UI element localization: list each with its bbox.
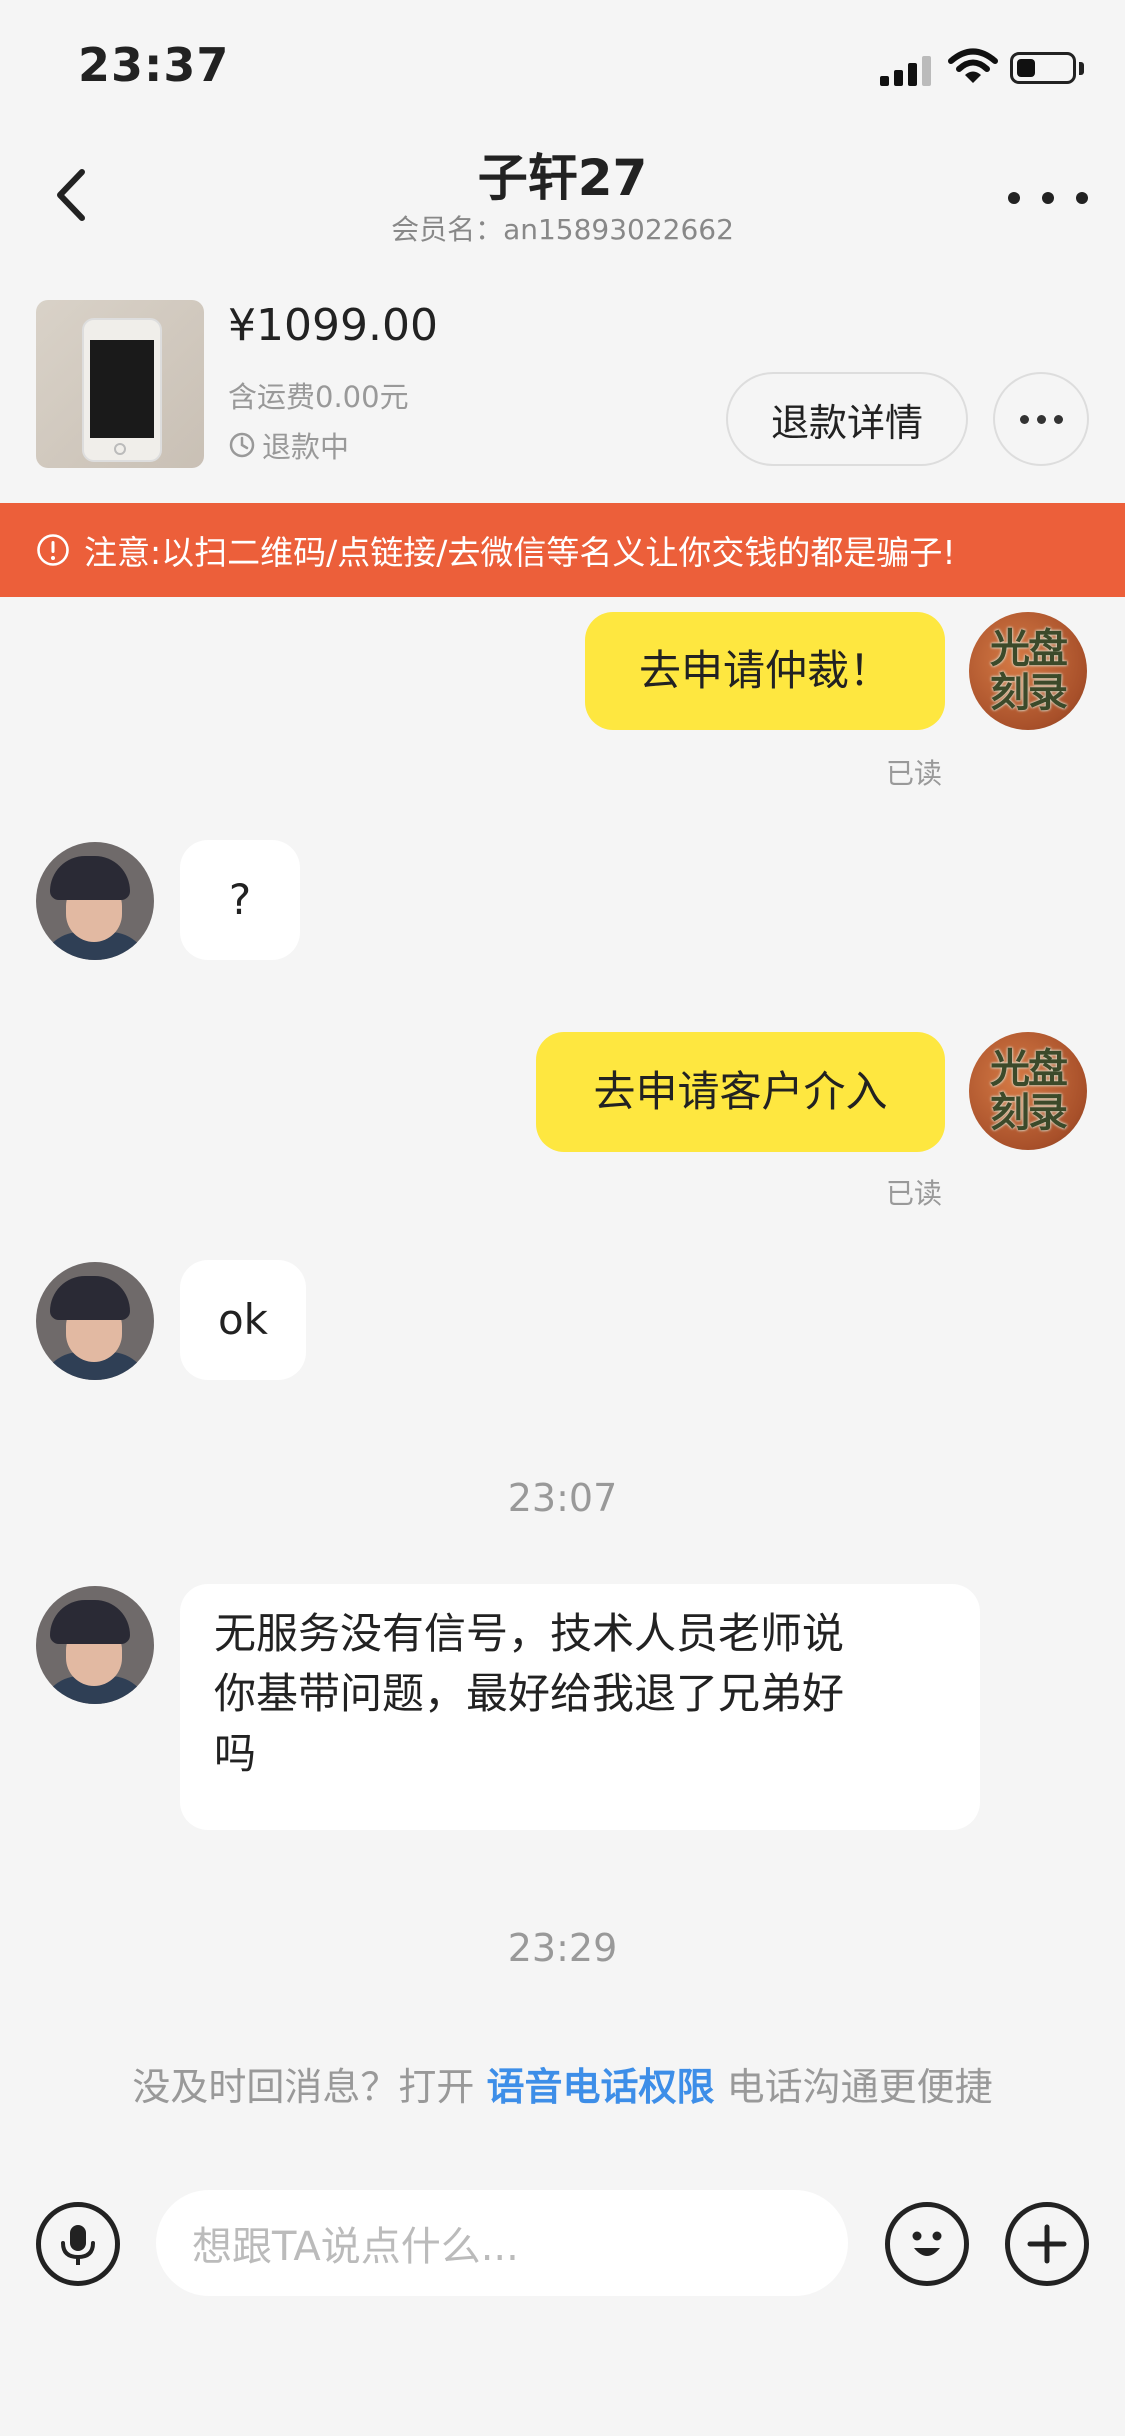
message-line: 吗	[214, 1729, 257, 1778]
member-name: 会员名：an15893022662	[391, 213, 734, 246]
signal-icon	[880, 54, 932, 86]
avatar-other[interactable]	[36, 842, 154, 960]
read-receipt: 已读	[886, 1177, 943, 1210]
status-time: 23:37	[78, 38, 230, 92]
message-input[interactable]: 想跟TA说点什么...	[156, 2190, 848, 2296]
message-bubble-other[interactable]: ok	[180, 1260, 306, 1380]
product-more-button[interactable]	[993, 372, 1089, 466]
message-bubble-me[interactable]: 去申请仲裁！	[585, 612, 945, 730]
shipping-fee: 含运费0.00元	[228, 380, 409, 414]
refund-status-label: 退款中	[262, 430, 350, 464]
message-bubble-other[interactable]: 无服务没有信号，技术人员老师说 你基带问题，最好给我退了兄弟好 吗	[180, 1584, 980, 1830]
refund-status: 退款中	[228, 424, 349, 466]
product-image[interactable]	[36, 300, 204, 468]
clock-icon	[229, 432, 255, 458]
read-receipt: 已读	[886, 757, 943, 790]
voice-call-permission-link[interactable]: 语音电话权限	[486, 2065, 714, 2109]
message-line: 无服务没有信号，技术人员老师说	[214, 1609, 845, 1658]
avatar-me[interactable]: 光盘 刻录	[969, 612, 1087, 730]
message-bubble-me[interactable]: 去申请客户介入	[536, 1032, 945, 1152]
product-price: ¥1099.00	[228, 300, 438, 351]
avatar-me[interactable]: 光盘 刻录	[969, 1032, 1087, 1150]
warning-text: 注意:以扫二维码/点链接/去微信等名义让你交钱的都是骗子!	[84, 533, 956, 572]
battery-tip	[1079, 62, 1084, 75]
battery-icon	[1010, 52, 1076, 84]
message-line: 你基带问题，最好给我退了兄弟好	[214, 1669, 845, 1718]
chat-timestamp: 23:07	[507, 1476, 618, 1520]
more-icon[interactable]	[1008, 172, 1088, 224]
avatar-other[interactable]	[36, 1262, 154, 1380]
refund-detail-button[interactable]: 退款详情	[726, 372, 968, 466]
message-bubble-other[interactable]: ?	[180, 840, 300, 960]
wifi-icon	[948, 48, 998, 83]
microphone-icon[interactable]	[36, 2202, 120, 2286]
page-title: 子轩27	[477, 149, 648, 207]
plus-icon[interactable]	[1005, 2202, 1089, 2286]
avatar-other[interactable]	[36, 1586, 154, 1704]
emoji-icon[interactable]	[885, 2202, 969, 2286]
scam-warning-banner: 注意:以扫二维码/点链接/去微信等名义让你交钱的都是骗子!	[0, 503, 1125, 597]
chat-timestamp: 23:29	[507, 1926, 618, 1970]
voice-call-tip: 没及时回消息？打开 语音电话权限 电话沟通更便捷	[132, 2065, 993, 2109]
warning-icon	[37, 534, 69, 566]
